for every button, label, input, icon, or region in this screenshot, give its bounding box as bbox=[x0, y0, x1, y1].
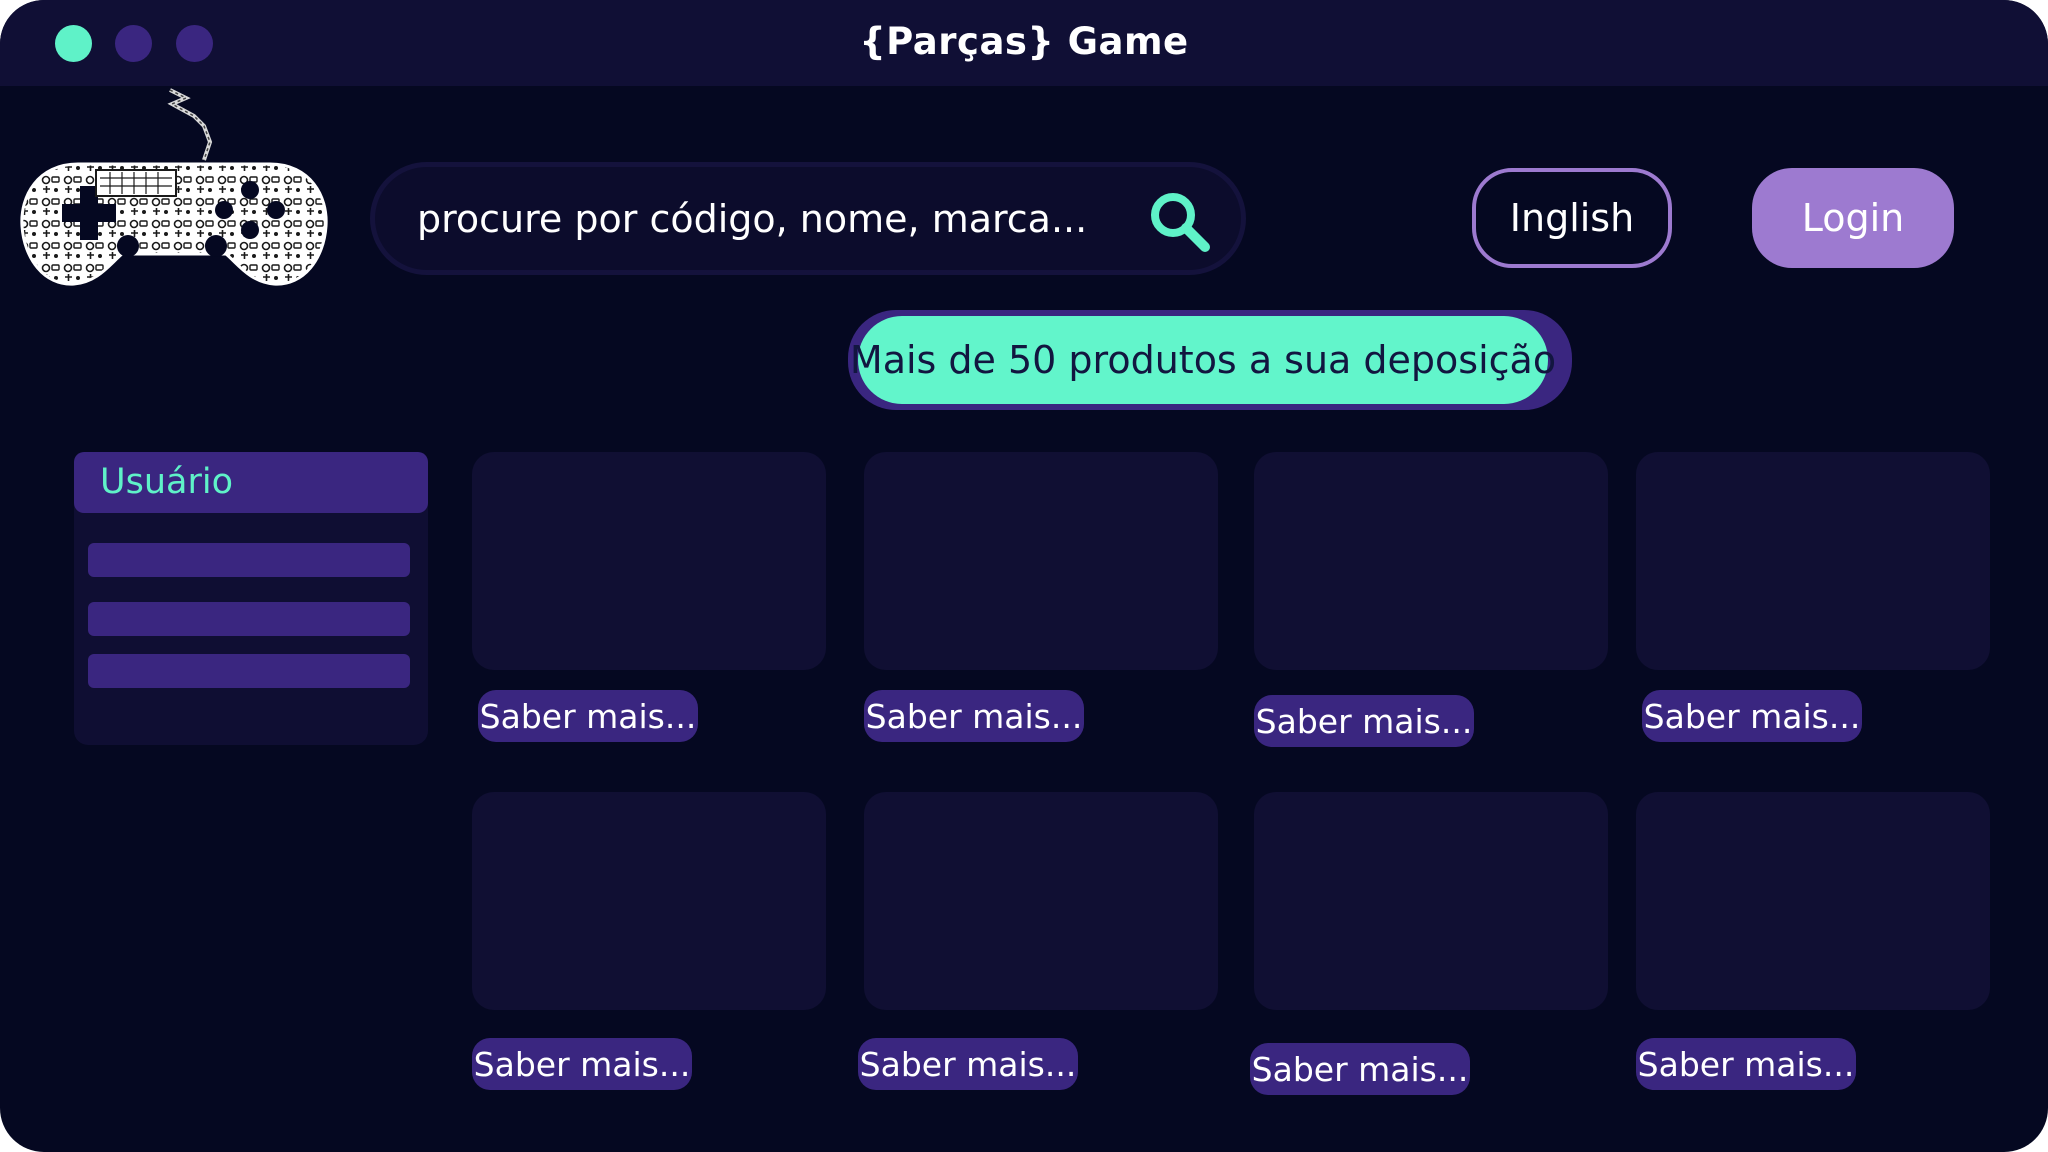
saber-mais-button[interactable]: Saber mais... bbox=[858, 1038, 1078, 1090]
saber-mais-button[interactable]: Saber mais... bbox=[1636, 1038, 1856, 1090]
sidebar-title[interactable]: Usuário bbox=[74, 452, 428, 513]
product-card[interactable] bbox=[1636, 792, 1990, 1010]
search-input[interactable]: procure por código, nome, marca... bbox=[417, 197, 1087, 241]
language-button[interactable]: Inglish bbox=[1472, 168, 1672, 268]
saber-mais-button[interactable]: Saber mais... bbox=[864, 690, 1084, 742]
product-card[interactable] bbox=[1636, 452, 1990, 670]
search-bar[interactable]: procure por código, nome, marca... bbox=[370, 162, 1246, 275]
sidebar-item[interactable] bbox=[88, 543, 410, 577]
promo-banner: Mais de 50 produtos a sua deposição bbox=[848, 310, 1572, 410]
app-window: {Parças} Game procure por código, nome, … bbox=[0, 0, 2048, 1152]
search-icon[interactable] bbox=[1145, 187, 1215, 257]
saber-mais-button[interactable]: Saber mais... bbox=[472, 1038, 692, 1090]
sidebar-item[interactable] bbox=[88, 602, 410, 636]
saber-mais-button[interactable]: Saber mais... bbox=[1250, 1043, 1470, 1095]
product-card[interactable] bbox=[1254, 792, 1608, 1010]
promo-banner-text: Mais de 50 produtos a sua deposição bbox=[850, 316, 1556, 404]
product-card[interactable] bbox=[472, 792, 826, 1010]
product-card[interactable] bbox=[864, 452, 1218, 670]
saber-mais-button[interactable]: Saber mais... bbox=[1254, 695, 1474, 747]
window-title: {Parças} Game bbox=[859, 20, 1189, 63]
saber-mais-button[interactable]: Saber mais... bbox=[1642, 690, 1862, 742]
product-card[interactable] bbox=[472, 452, 826, 670]
sidebar-item[interactable] bbox=[88, 654, 410, 688]
login-button[interactable]: Login bbox=[1752, 168, 1954, 268]
product-card[interactable] bbox=[864, 792, 1218, 1010]
saber-mais-button[interactable]: Saber mais... bbox=[478, 690, 698, 742]
user-sidebar: Usuário bbox=[74, 452, 428, 745]
game-controller-logo-icon[interactable] bbox=[18, 86, 330, 292]
title-bar: {Parças} Game bbox=[0, 0, 2048, 86]
product-card[interactable] bbox=[1254, 452, 1608, 670]
